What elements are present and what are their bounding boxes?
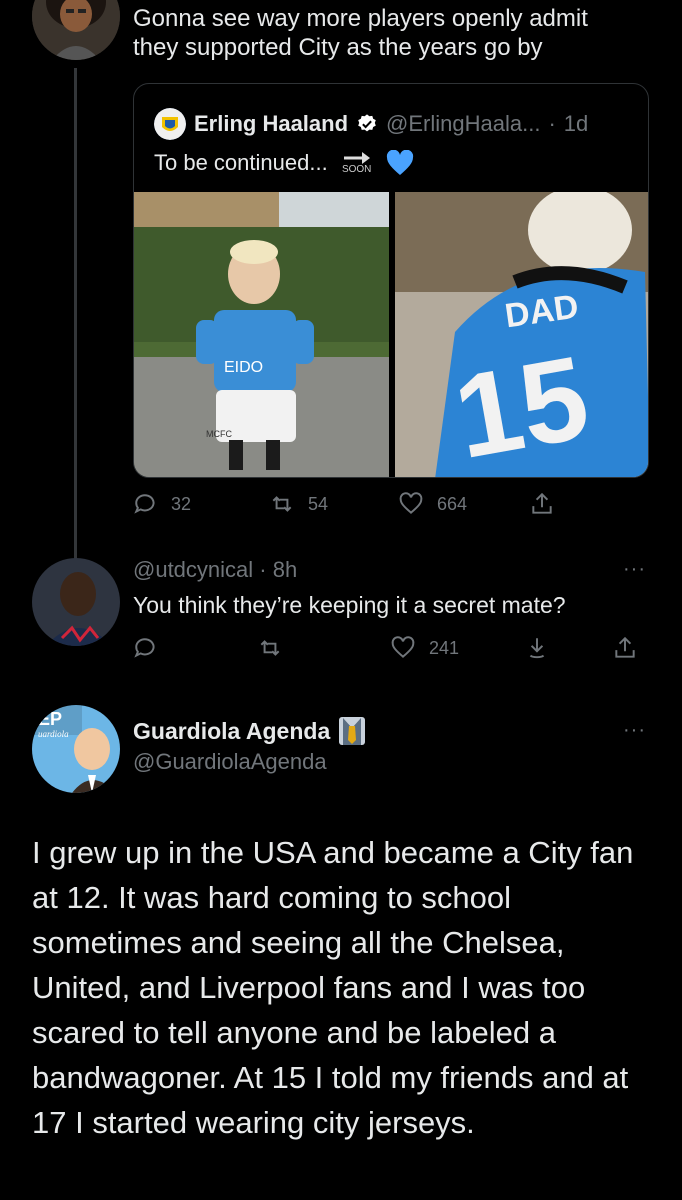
toddler-dad-15-photo: DAD 15 [395,192,648,478]
photo1-shorts-text: MCFC [206,429,232,439]
download-icon [529,638,545,659]
guardiola-agenda-avatar[interactable]: EP uardiola [32,705,120,793]
quote-tweet-card[interactable]: Erling Haaland @ErlingHaala... · 1d To b… [133,83,649,478]
haaland-avatar[interactable] [154,108,186,140]
main-author-name[interactable]: Guardiola Agenda [133,718,330,745]
verified-badge-icon [358,114,376,132]
separator-dot: · [253,557,273,582]
quote-reply-count: 32 [171,493,192,514]
suit-tie-emoji-icon [339,717,366,745]
soon-arrow-icon [343,152,370,164]
avatar-sub-text: uardiola [38,729,69,739]
main-more-button[interactable]: ··· [623,719,646,742]
quote-like-count: 664 [437,493,468,514]
reply-icon [134,638,155,658]
quote-photo-1[interactable]: EIDO MCFC [134,192,389,477]
quote-photo-2[interactable]: DAD 15 [395,192,648,478]
share-icon [532,492,552,514]
retweet-icon [272,496,292,512]
quote-retweet-action[interactable]: 54 [268,491,328,517]
retweet-icon [260,640,280,656]
reply-header: @utdcynical · 8h [133,557,297,583]
reply-retweet-action[interactable] [256,635,284,661]
reply-icon [134,494,155,514]
heart-icon [391,636,415,658]
tweet1-avatar[interactable] [32,0,120,60]
main-author-row: Guardiola Agenda [133,716,366,746]
reply-time: 8h [272,557,298,582]
reply-reply-action[interactable] [133,635,159,661]
quote-like-action[interactable]: 664 [397,491,467,517]
quote-reply-action[interactable]: 32 [133,491,191,517]
thread-connector-line [74,68,77,562]
heart-icon [399,492,423,514]
share-icon [615,636,635,658]
quote-text: To be continued... [154,150,328,175]
toddler-city-kit-photo: EIDO MCFC [134,192,389,477]
avatar-badge-text: EP [38,709,62,729]
reply-share-action[interactable] [612,635,638,661]
quote-author-handle: @ErlingHaala... [386,111,541,136]
reply-handle[interactable]: @utdcynical [133,557,253,582]
reply-more-button[interactable]: ··· [623,558,646,581]
photo2-number-text: 15 [445,331,597,478]
main-tweet-text: I grew up in the USA and became a City f… [32,835,634,1140]
cartoon-avatar-icon [32,0,120,60]
tweet1-text: Gonna see way more players openly admit … [133,5,588,61]
utdcynical-avatar[interactable] [32,558,120,646]
quote-share-action[interactable] [529,491,555,517]
quote-author-name: Erling Haaland [194,111,349,136]
reply-bookmark-action[interactable] [524,635,550,661]
separator-dot: · [548,111,556,136]
blue-heart-icon [386,150,413,175]
reply-like-count: 241 [429,637,460,658]
quote-retweet-count: 54 [308,493,329,514]
pep-cartoon-icon: EP uardiola [32,705,120,793]
player-photo-icon [32,558,120,646]
main-author-handle[interactable]: @GuardiolaAgenda [133,749,327,775]
reply-text: You think they’re keeping it a secret ma… [133,592,566,618]
quote-time: 1d [563,111,589,136]
soon-label: SOON [341,164,372,175]
club-crest-icon [154,108,186,140]
photo1-shirt-text: EIDO [224,359,263,376]
reply-like-action[interactable]: 241 [389,635,459,661]
soon-arrow-emoji: SOON [342,151,372,175]
